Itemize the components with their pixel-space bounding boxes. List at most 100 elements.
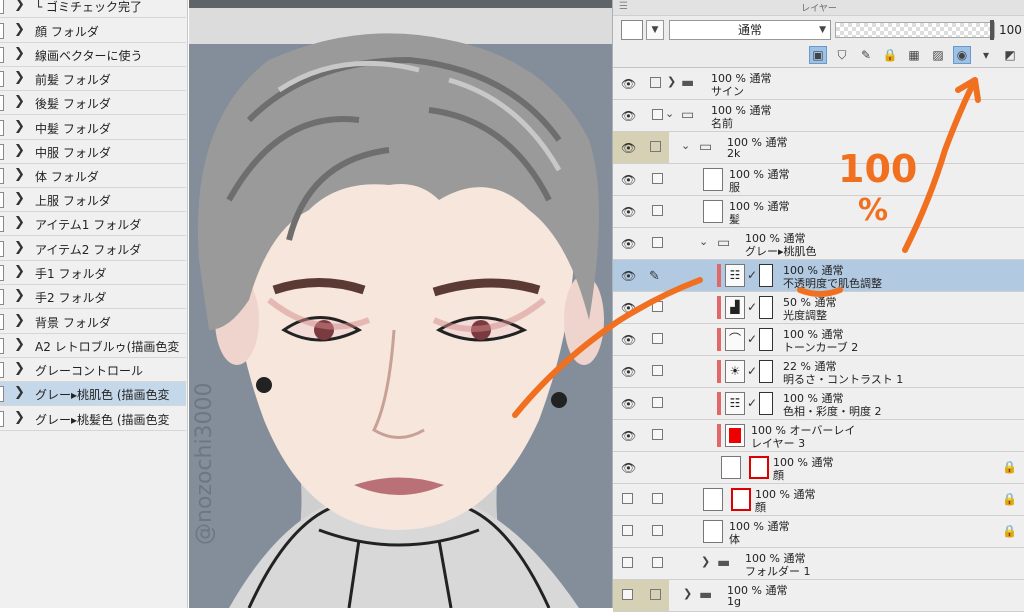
chevron-right-icon[interactable]: ❯: [701, 555, 710, 568]
layer-row-opacity-skin-adjust[interactable]: 👁 ✎ ☷ ✓ 100 % 通常 不透明度で肌色調整: [613, 260, 1024, 292]
chevron-right-icon[interactable]: ❯: [14, 264, 26, 279]
list-item[interactable]: ❯ 後髪 フォルダ: [0, 91, 186, 115]
reference-icon[interactable]: ⛉: [833, 46, 851, 64]
chevron-right-icon[interactable]: ❯: [14, 22, 26, 37]
lock-checkbox[interactable]: [650, 77, 661, 88]
list-item[interactable]: ❯ アイテム2 フォルダ: [0, 237, 186, 261]
layer-row-face-2[interactable]: 100 % 通常 顔 🔒: [613, 484, 1024, 516]
mask-icon[interactable]: ▨: [929, 46, 947, 64]
lock-checkbox[interactable]: [652, 109, 663, 120]
layer-mask-thumbnail[interactable]: [759, 264, 773, 287]
chevron-right-icon[interactable]: ❯: [14, 167, 26, 182]
visibility-checkbox[interactable]: [622, 493, 633, 504]
list-item[interactable]: ❯ 中服 フォルダ: [0, 140, 186, 164]
chevron-down-icon[interactable]: ⌄: [665, 107, 674, 120]
draft-icon[interactable]: ✎: [857, 46, 875, 64]
blend-mode-select[interactable]: 通常 ▼: [669, 20, 831, 40]
list-item[interactable]: ❯ └ ゴミチェック完了: [0, 0, 186, 18]
visibility-checkbox[interactable]: [622, 589, 633, 600]
eye-icon[interactable]: 👁: [621, 333, 636, 347]
list-item[interactable]: ❯ 上服 フォルダ: [0, 188, 186, 212]
chevron-right-icon[interactable]: ❯: [14, 191, 26, 206]
chevron-down-icon[interactable]: ⌄: [681, 139, 690, 152]
eye-icon[interactable]: 👁: [621, 237, 636, 251]
layer-row-tone-curve[interactable]: 👁 ⌒ ✓ 100 % 通常 トーンカーブ 2: [613, 324, 1024, 356]
lock-transparency-icon[interactable]: ▦: [905, 46, 923, 64]
eye-icon[interactable]: 👁: [621, 301, 636, 315]
layer-row-overlay[interactable]: 👁 100 % オーバーレイ レイヤー 3: [613, 420, 1024, 452]
chevron-right-icon[interactable]: ❯: [14, 119, 26, 134]
layer-mask-thumbnail[interactable]: [759, 296, 773, 319]
layer-row-name[interactable]: 👁 ⌄ ▭ 100 % 通常 名前: [613, 100, 1024, 132]
layer-mask-thumbnail[interactable]: [759, 328, 773, 351]
list-item[interactable]: ❯ 線画ベクターに使う: [0, 43, 186, 67]
visibility-checkbox[interactable]: [622, 557, 633, 568]
eye-icon[interactable]: 👁: [621, 205, 636, 219]
layer-row-body[interactable]: 100 % 通常 体 🔒: [613, 516, 1024, 548]
lock-checkbox[interactable]: [652, 365, 663, 376]
lock-checkbox[interactable]: [652, 557, 663, 568]
layer-mask-thumbnail[interactable]: [759, 392, 773, 415]
list-item[interactable]: ❯ 体 フォルダ: [0, 164, 186, 188]
chevron-down-icon[interactable]: ⌄: [699, 235, 708, 248]
chevron-right-icon[interactable]: ❯: [14, 240, 26, 255]
layer-color-icon[interactable]: ◉: [953, 46, 971, 64]
lock-checkbox[interactable]: [652, 301, 663, 312]
opacity-slider[interactable]: [835, 20, 995, 40]
opacity-value[interactable]: 100: [999, 23, 1022, 37]
chevron-right-icon[interactable]: ❯: [14, 70, 26, 85]
chevron-right-icon[interactable]: ❯: [14, 288, 26, 303]
chevron-right-icon[interactable]: ❯: [14, 313, 26, 328]
chevron-right-icon[interactable]: ❯: [14, 385, 26, 400]
chevron-right-icon[interactable]: ❯: [14, 0, 26, 12]
layer-color-swatch[interactable]: [621, 20, 643, 40]
lock-checkbox[interactable]: [652, 237, 663, 248]
eye-icon[interactable]: 👁: [621, 397, 636, 411]
lock-checkbox[interactable]: [652, 397, 663, 408]
layer-row-face[interactable]: 👁 100 % 通常 顔 🔒: [613, 452, 1024, 484]
lock-checkbox[interactable]: [652, 333, 663, 344]
layer-row-2k[interactable]: 👁 ⌄ ▭ 100 % 通常 2k: [613, 132, 1024, 164]
lock-checkbox[interactable]: [652, 525, 663, 536]
list-item[interactable]: ❯ 手2 フォルダ: [0, 285, 186, 309]
opacity-slider-knob[interactable]: [990, 20, 994, 40]
eye-icon[interactable]: 👁: [621, 109, 636, 123]
lock-icon[interactable]: 🔒: [881, 46, 899, 64]
layer-row-sign[interactable]: 👁 ❯ ▬ 100 % 通常 サイン: [613, 68, 1024, 100]
lock-checkbox[interactable]: [650, 141, 661, 152]
lock-checkbox[interactable]: [652, 493, 663, 504]
list-item[interactable]: ❯ グレー▸桃髪色 (描画色変: [0, 407, 186, 431]
visibility-checkbox[interactable]: [622, 525, 633, 536]
lock-checkbox[interactable]: [650, 589, 661, 600]
chevron-right-icon[interactable]: ❯: [14, 215, 26, 230]
layer-row-clothes[interactable]: 👁 100 % 通常 服: [613, 164, 1024, 196]
list-item[interactable]: ❯ 中髪 フォルダ: [0, 116, 186, 140]
layer-row-gray-to-peach-folder[interactable]: 👁 ⌄ ▭ 100 % 通常 グレー▸桃肌色: [613, 228, 1024, 260]
lock-checkbox[interactable]: [652, 429, 663, 440]
list-item[interactable]: ❯ 背景 フォルダ: [0, 310, 186, 334]
drawing-canvas[interactable]: @nozochi3000: [189, 0, 612, 608]
list-item[interactable]: ❯ 顔 フォルダ: [0, 19, 186, 43]
layer-row-1g[interactable]: ❯ ▬ 100 % 通常 1g: [613, 580, 1024, 612]
lock-checkbox[interactable]: [652, 173, 663, 184]
eye-icon[interactable]: 👁: [621, 365, 636, 379]
chevron-right-icon[interactable]: ❯: [14, 361, 26, 376]
chevron-right-icon[interactable]: ❯: [667, 75, 676, 88]
layer-row-luminance[interactable]: 👁 ▟ ✓ 50 % 通常 光度調整: [613, 292, 1024, 324]
eye-icon[interactable]: 👁: [621, 461, 636, 475]
chevron-right-icon[interactable]: ❯: [14, 94, 26, 109]
chevron-right-icon[interactable]: ❯: [683, 587, 692, 600]
palette-icon[interactable]: ◩: [1001, 46, 1019, 64]
eye-icon[interactable]: 👁: [621, 77, 636, 91]
chevron-right-icon[interactable]: ❯: [14, 337, 26, 352]
list-item[interactable]: ❯ グレーコントロール: [0, 358, 186, 382]
pen-icon[interactable]: ✎: [649, 269, 660, 284]
list-item[interactable]: ❯ 手1 フォルダ: [0, 261, 186, 285]
chevron-right-icon[interactable]: ❯: [14, 46, 26, 61]
clip-icon[interactable]: ▣: [809, 46, 827, 64]
list-item[interactable]: ❯ 前髪 フォルダ: [0, 67, 186, 91]
layer-row-brightness-contrast[interactable]: 👁 ☀ ✓ 22 % 通常 明るさ・コントラスト 1: [613, 356, 1024, 388]
layer-mask-thumbnail[interactable]: [759, 360, 773, 383]
layer-row-hue-saturation[interactable]: 👁 ☷ ✓ 100 % 通常 色相・彩度・明度 2: [613, 388, 1024, 420]
eye-icon[interactable]: 👁: [621, 269, 636, 283]
